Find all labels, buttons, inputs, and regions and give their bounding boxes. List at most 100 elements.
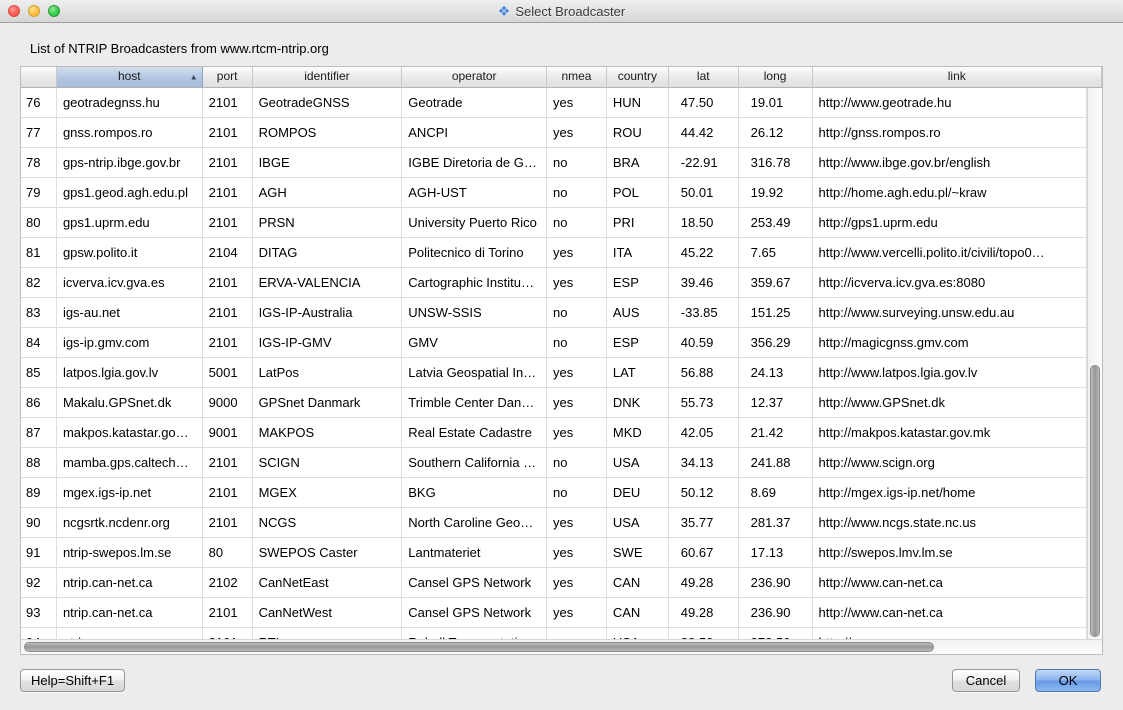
cell-operator: Cartographic Institu… [402, 268, 547, 298]
table-row[interactable]: 85latpos.lgia.gov.lv5001LatPosLatvia Geo… [21, 358, 1087, 388]
cell-link: http://www.surveying.unsw.edu.au [813, 298, 1087, 328]
column-header-operator[interactable]: operator [402, 67, 547, 88]
cell-identifier: SWEPOS Caster [253, 538, 403, 568]
cell-num: 84 [21, 328, 57, 358]
cell-operator: Geotrade [402, 88, 547, 118]
cell-lat: 45.22 [669, 238, 739, 268]
table-row[interactable]: 88mamba.gps.caltech…2101SCIGNSouthern Ca… [21, 448, 1087, 478]
cell-link: http://makpos.katastar.gov.mk [813, 418, 1087, 448]
ok-button[interactable]: OK [1035, 669, 1101, 692]
horizontal-scrollbar-thumb[interactable] [24, 642, 934, 652]
cell-port: 2101 [203, 508, 253, 538]
column-header-label: identifier [304, 69, 349, 83]
cell-nmea: yes [547, 88, 607, 118]
cell-host: ntrip-swepos.lm.se [57, 538, 203, 568]
cell-link: http://www.can-net.ca [813, 568, 1087, 598]
column-header-label: link [948, 69, 966, 83]
table-row[interactable]: 81gpsw.polito.it2104DITAGPolitecnico di … [21, 238, 1087, 268]
table-row[interactable]: 77gnss.rompos.ro2101ROMPOSANCPIyesROU44.… [21, 118, 1087, 148]
cell-long: 316.78 [739, 148, 813, 178]
table-row[interactable]: 87makpos.katastar.go…9001MAKPOSReal Esta… [21, 418, 1087, 448]
cancel-button[interactable]: Cancel [952, 669, 1020, 692]
cell-country: CAN [607, 568, 669, 598]
cell-nmea: yes [547, 238, 607, 268]
column-header-label: nmea [561, 69, 591, 83]
column-header-label: port [217, 69, 238, 83]
table-row[interactable]: 78gps-ntrip.ibge.gov.br2101IBGEIGBE Dire… [21, 148, 1087, 178]
cell-link: http://magicgnss.gmv.com [813, 328, 1087, 358]
table-row[interactable]: 80gps1.uprm.edu2101PRSNUniversity Puerto… [21, 208, 1087, 238]
cell-identifier: ROMPOS [253, 118, 403, 148]
cell-port: 2102 [203, 568, 253, 598]
sort-asc-icon: ▲ [190, 68, 198, 87]
cell-long: 359.67 [739, 268, 813, 298]
cell-operator: Southern California … [402, 448, 547, 478]
table-row[interactable]: 94ntrip…2101RTI…Rebell Transportatio…USA… [21, 628, 1087, 639]
table-row[interactable]: 82icverva.icv.gva.es2101ERVA-VALENCIACar… [21, 268, 1087, 298]
help-button[interactable]: Help=Shift+F1 [20, 669, 125, 692]
cell-operator: Cansel GPS Network [402, 568, 547, 598]
cell-operator: Lantmateriet [402, 538, 547, 568]
title-area: ❖ Select Broadcaster [0, 0, 1123, 22]
column-header-country[interactable]: country [607, 67, 669, 88]
cell-port: 2101 [203, 118, 253, 148]
cell-num: 93 [21, 598, 57, 628]
column-header-row-number[interactable] [21, 67, 57, 88]
cell-num: 85 [21, 358, 57, 388]
cell-host: Makalu.GPSnet.dk [57, 388, 203, 418]
column-header-host[interactable]: host▲ [57, 67, 203, 88]
cell-port: 2101 [203, 628, 253, 639]
cell-identifier: SCIGN [253, 448, 403, 478]
cell-port: 5001 [203, 358, 253, 388]
cell-host: gps1.geod.agh.edu.pl [57, 178, 203, 208]
cell-identifier: RTI… [253, 628, 403, 639]
cell-country: SWE [607, 538, 669, 568]
column-header-link[interactable]: link [813, 67, 1102, 88]
cell-country: ESP [607, 328, 669, 358]
table-row[interactable]: 84igs-ip.gmv.com2101IGS-IP-GMVGMVnoESP40… [21, 328, 1087, 358]
column-header-lat[interactable]: lat [669, 67, 739, 88]
cell-long: 281.37 [739, 508, 813, 538]
cell-host: makpos.katastar.go… [57, 418, 203, 448]
horizontal-scrollbar[interactable] [21, 639, 1102, 654]
table-row[interactable]: 86Makalu.GPSnet.dk9000GPSnet DanmarkTrim… [21, 388, 1087, 418]
column-header-port[interactable]: port [203, 67, 253, 88]
column-header-nmea[interactable]: nmea [547, 67, 607, 88]
table-row[interactable]: 91ntrip-swepos.lm.se80SWEPOS CasterLantm… [21, 538, 1087, 568]
table-row[interactable]: 93ntrip.can-net.ca2101CanNetWestCansel G… [21, 598, 1087, 628]
column-header-long[interactable]: long [739, 67, 813, 88]
cell-link: http://www.geotrade.hu [813, 88, 1087, 118]
cell-identifier: ERVA-VALENCIA [253, 268, 403, 298]
vertical-scrollbar[interactable] [1087, 88, 1102, 639]
table-row[interactable]: 83igs-au.net2101IGS-IP-AustraliaUNSW-SSI… [21, 298, 1087, 328]
cell-lat: 42.05 [669, 418, 739, 448]
cell-nmea: no [547, 328, 607, 358]
cell-operator: Trimble Center Dan… [402, 388, 547, 418]
table-row[interactable]: 79gps1.geod.agh.edu.pl2101AGHAGH-USTnoPO… [21, 178, 1087, 208]
cell-lat: -22.91 [669, 148, 739, 178]
cell-identifier: CanNetEast [253, 568, 403, 598]
vertical-scrollbar-thumb[interactable] [1090, 365, 1100, 637]
cell-port: 2101 [203, 268, 253, 298]
cell-lat: 39.46 [669, 268, 739, 298]
table-row[interactable]: 92ntrip.can-net.ca2102CanNetEastCansel G… [21, 568, 1087, 598]
table-row[interactable]: 90ncgsrtk.ncdenr.org2101NCGSNorth Caroli… [21, 508, 1087, 538]
cell-identifier: LatPos [253, 358, 403, 388]
cell-num: 86 [21, 388, 57, 418]
table-row[interactable]: 76geotradegnss.hu2101GeotradeGNSSGeotrad… [21, 88, 1087, 118]
cell-link: http://www.vercelli.polito.it/civili/top… [813, 238, 1087, 268]
cell-long: 21.42 [739, 418, 813, 448]
titlebar[interactable]: ❖ Select Broadcaster [0, 0, 1123, 23]
column-header-identifier[interactable]: identifier [253, 67, 403, 88]
cell-lat: 55.73 [669, 388, 739, 418]
cell-identifier: NCGS [253, 508, 403, 538]
cell-identifier: MGEX [253, 478, 403, 508]
cell-port: 2101 [203, 448, 253, 478]
cell-nmea: yes [547, 568, 607, 598]
cell-link: http://swepos.lmv.lm.se [813, 538, 1087, 568]
cell-num: 91 [21, 538, 57, 568]
cell-long: 7.65 [739, 238, 813, 268]
table-row[interactable]: 89mgex.igs-ip.net2101MGEXBKGnoDEU50.128.… [21, 478, 1087, 508]
cell-host: icverva.icv.gva.es [57, 268, 203, 298]
select-broadcaster-dialog: ❖ Select Broadcaster List of NTRIP Broad… [0, 0, 1123, 710]
